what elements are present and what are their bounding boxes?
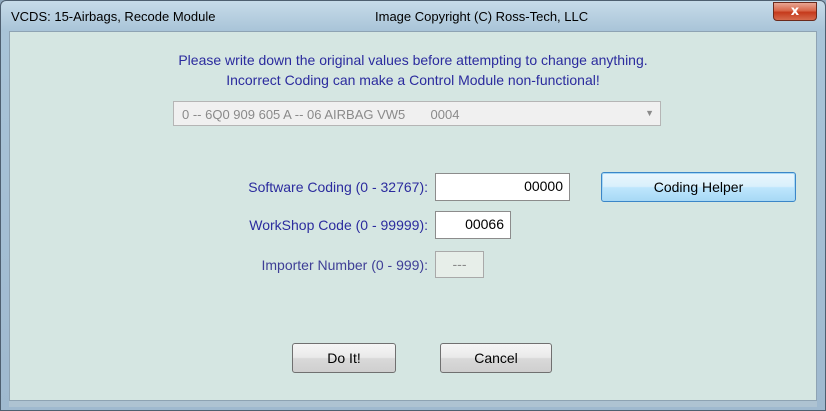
- importer-number-label: Importer Number (0 - 999):: [261, 257, 429, 273]
- close-icon: x: [790, 4, 800, 19]
- workshop-code-input[interactable]: 00066: [435, 211, 511, 239]
- warning-line-2: Incorrect Coding can make a Control Modu…: [226, 72, 600, 88]
- recode-module-window: VCDS: 15-Airbags, Recode Module Image Co…: [0, 0, 826, 411]
- window-frame-bottom: [9, 401, 817, 407]
- dialog-client-area: Please write down the original values be…: [9, 31, 817, 401]
- software-coding-label: Software Coding (0 - 32767):: [248, 179, 428, 195]
- copyright-text: Image Copyright (C) Ross-Tech, LLC: [375, 9, 589, 24]
- chevron-down-icon: ▼: [645, 108, 654, 118]
- close-button[interactable]: x: [773, 2, 817, 21]
- cancel-button[interactable]: Cancel: [440, 343, 552, 373]
- window-title: VCDS: 15-Airbags, Recode Module: [11, 9, 216, 24]
- title-bar[interactable]: VCDS: 15-Airbags, Recode Module Image Co…: [1, 1, 825, 31]
- warning-line-1: Please write down the original values be…: [178, 52, 648, 68]
- coding-helper-button[interactable]: Coding Helper: [601, 172, 796, 202]
- workshop-code-label: WorkShop Code (0 - 99999):: [249, 217, 428, 233]
- module-select-value: 0 -- 6Q0 909 605 A -- 06 AIRBAG VW5 0004: [182, 107, 460, 122]
- importer-number-input: ---: [435, 251, 484, 278]
- software-coding-input[interactable]: 00000: [435, 173, 570, 201]
- do-it-button[interactable]: Do It!: [292, 343, 396, 373]
- module-select[interactable]: 0 -- 6Q0 909 605 A -- 06 AIRBAG VW5 0004…: [173, 101, 661, 126]
